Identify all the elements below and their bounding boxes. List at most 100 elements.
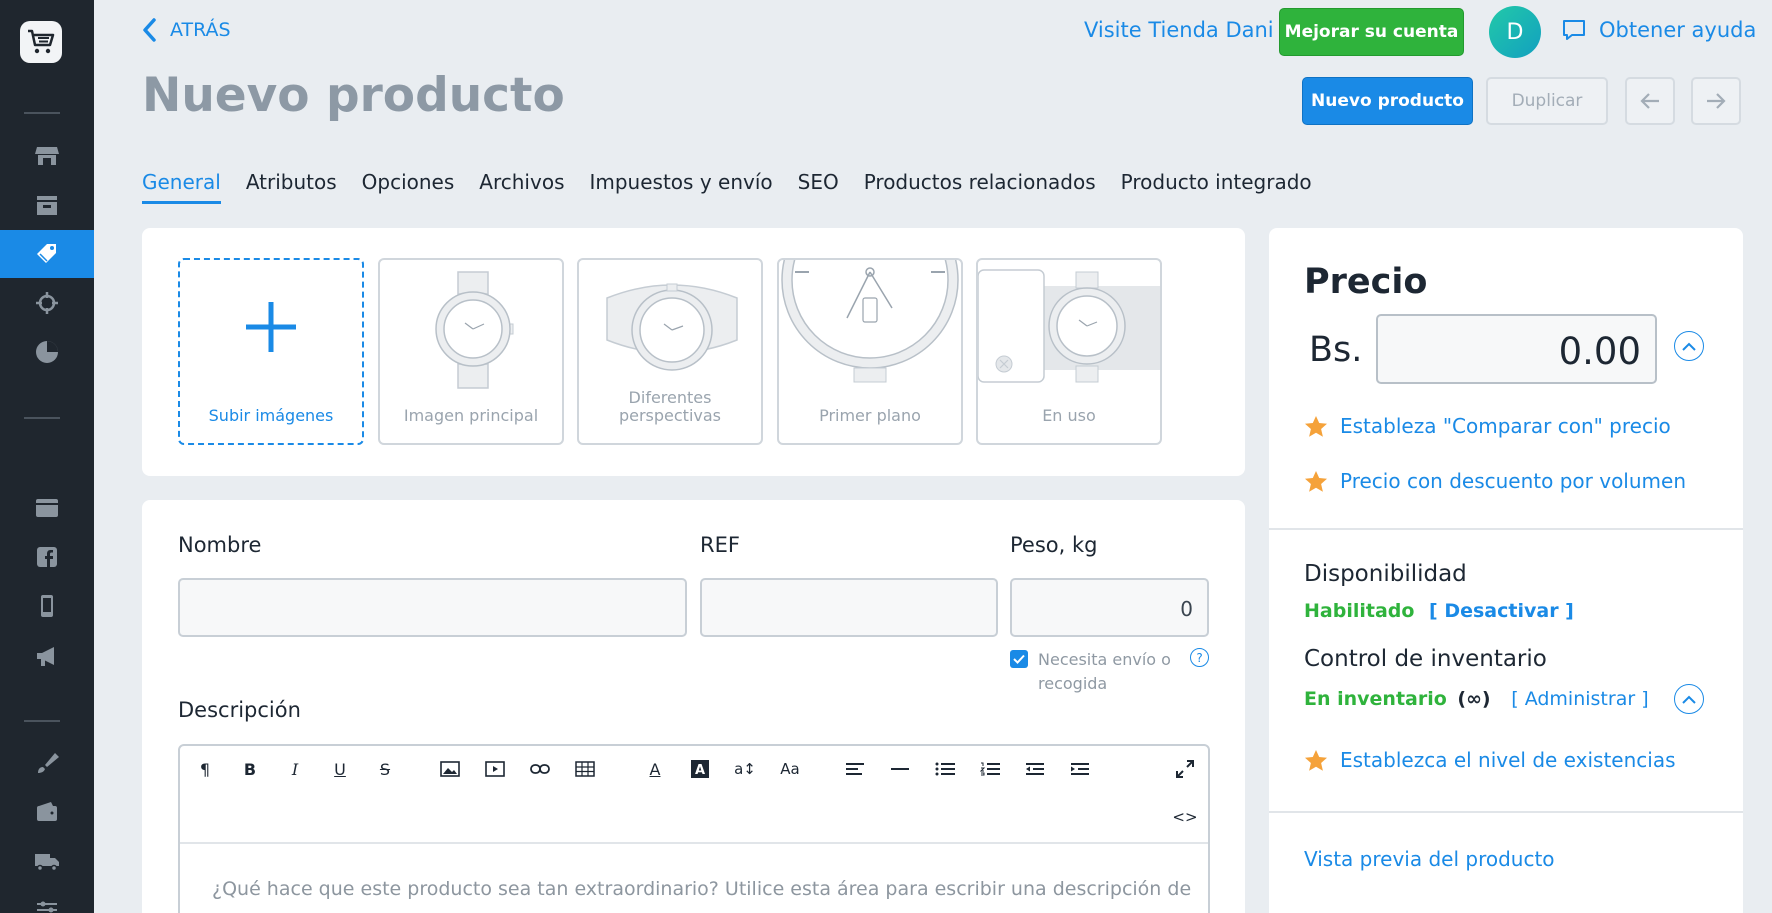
availability-status-label: Habilitado xyxy=(1304,600,1415,622)
price-input[interactable]: 0.00 xyxy=(1376,314,1657,384)
product-tabs: General Atributos Opciones Archivos Impu… xyxy=(142,170,1312,204)
facebook-icon[interactable] xyxy=(0,533,94,581)
collapse-inventory-button[interactable] xyxy=(1674,684,1704,714)
table-icon[interactable] xyxy=(570,754,600,784)
inventory-title: Control de inventario xyxy=(1304,646,1547,672)
bulk-discount-link[interactable]: Precio con descuento por volumen xyxy=(1304,469,1686,493)
star-icon xyxy=(1305,470,1327,492)
strikethrough-icon[interactable]: S xyxy=(370,754,400,784)
deactivate-link[interactable]: [ Desactivar ] xyxy=(1429,600,1574,622)
collapse-price-button[interactable] xyxy=(1674,331,1704,361)
align-icon[interactable] xyxy=(840,754,870,784)
bold-icon[interactable]: B xyxy=(235,754,265,784)
link-icon[interactable] xyxy=(525,754,555,784)
back-link[interactable]: ATRÁS xyxy=(142,18,231,42)
italic-icon[interactable]: I xyxy=(280,754,310,784)
weight-input[interactable]: 0 xyxy=(1010,578,1209,637)
tab-embedded-product[interactable]: Producto integrado xyxy=(1121,170,1312,204)
next-product-button[interactable] xyxy=(1691,77,1741,125)
currency-label: Bs. xyxy=(1309,330,1363,370)
editor-toolbar: ¶ B I U S A A a↕ Aa <> xyxy=(180,746,1208,844)
font-size-icon[interactable]: a↕ xyxy=(730,754,760,784)
compare-price-link[interactable]: Estableza "Comparar con" precio xyxy=(1304,414,1671,438)
tab-related-products[interactable]: Productos relacionados xyxy=(864,170,1096,204)
svg-text:A: A xyxy=(695,763,705,778)
upgrade-account-button[interactable]: Mejorar su cuenta xyxy=(1279,8,1464,56)
tab-options[interactable]: Opciones xyxy=(362,170,455,204)
code-view-icon[interactable]: <> xyxy=(1170,802,1200,832)
mobile-icon[interactable] xyxy=(0,582,94,630)
megaphone-icon[interactable] xyxy=(0,632,94,680)
text-color-icon[interactable]: A xyxy=(640,754,670,784)
tab-attributes[interactable]: Atributos xyxy=(246,170,337,204)
general-form-card: Nombre REF Peso, kg 0 Necesita envío o r… xyxy=(142,500,1245,913)
orders-icon[interactable] xyxy=(0,181,94,229)
tab-files[interactable]: Archivos xyxy=(479,170,564,204)
wallet-icon[interactable] xyxy=(0,788,94,836)
outdent-icon[interactable] xyxy=(1020,754,1050,784)
reports-pie-icon[interactable] xyxy=(0,328,94,376)
main-image-label: Imagen principal xyxy=(403,406,539,425)
sidebar-divider xyxy=(24,720,60,722)
fullscreen-icon[interactable] xyxy=(1170,754,1200,784)
font-family-icon[interactable]: Aa xyxy=(775,754,805,784)
tab-general[interactable]: General xyxy=(142,170,221,204)
visit-store-link[interactable]: Visite Tienda Dani xyxy=(1084,18,1274,42)
sidebar-divider xyxy=(24,112,60,114)
name-label: Nombre xyxy=(178,533,262,557)
section-divider xyxy=(1269,811,1743,813)
price-availability-card: Precio Bs. 0.00 Estableza "Comparar con"… xyxy=(1269,228,1743,913)
watch-on-wrist-icon xyxy=(978,269,1160,383)
horizontal-rule-icon[interactable] xyxy=(885,754,915,784)
design-brush-icon[interactable] xyxy=(0,739,94,787)
stock-level-link[interactable]: Establezca el nivel de existencias xyxy=(1304,748,1676,772)
inventory-infinite: (∞) xyxy=(1457,688,1491,710)
tab-tax-shipping[interactable]: Impuestos y envío xyxy=(589,170,772,204)
storefront-icon[interactable] xyxy=(0,131,94,179)
website-icon[interactable] xyxy=(0,484,94,532)
help-label: Obtener ayuda xyxy=(1599,18,1757,42)
bullet-list-icon[interactable] xyxy=(930,754,960,784)
stock-level-label: Establezca el nivel de existencias xyxy=(1340,748,1676,772)
previous-product-button[interactable] xyxy=(1625,77,1675,125)
tab-seo[interactable]: SEO xyxy=(798,170,839,204)
name-input[interactable] xyxy=(178,578,687,637)
products-tag-icon[interactable] xyxy=(0,230,94,278)
sidebar-divider xyxy=(24,417,60,419)
product-preview-link[interactable]: Vista previa del producto xyxy=(1304,847,1555,871)
star-icon xyxy=(1305,415,1327,437)
ref-label: REF xyxy=(700,533,740,557)
help-question-icon[interactable]: ? xyxy=(1190,648,1209,667)
upload-images-tile[interactable]: Subir imágenes xyxy=(178,258,364,445)
video-icon[interactable] xyxy=(480,754,510,784)
new-product-button[interactable]: Nuevo producto xyxy=(1302,77,1473,125)
shipping-truck-icon[interactable] xyxy=(0,837,94,885)
target-icon[interactable] xyxy=(0,279,94,327)
image-icon[interactable] xyxy=(435,754,465,784)
store-logo-icon[interactable] xyxy=(20,21,62,63)
underline-icon[interactable]: U xyxy=(325,754,355,784)
settings-sliders-icon[interactable] xyxy=(0,886,94,913)
ref-input[interactable] xyxy=(700,578,998,637)
highlight-color-icon[interactable]: A xyxy=(685,754,715,784)
paragraph-icon[interactable]: ¶ xyxy=(190,754,220,784)
help-link[interactable]: Obtener ayuda xyxy=(1561,18,1756,42)
shipping-checkbox[interactable] xyxy=(1010,650,1028,668)
indent-icon[interactable] xyxy=(1065,754,1095,784)
in-use-placeholder[interactable]: En uso xyxy=(976,258,1162,445)
arrow-left-icon xyxy=(1640,93,1659,109)
duplicate-button[interactable]: Duplicar xyxy=(1486,77,1608,125)
numbered-list-icon[interactable] xyxy=(975,754,1005,784)
inventory-status-label: En inventario xyxy=(1304,688,1447,710)
perspectives-placeholder[interactable]: Diferentes perspectivas xyxy=(577,258,763,445)
perspectives-label: Diferentes perspectivas xyxy=(618,388,722,425)
price-title: Precio xyxy=(1304,262,1428,302)
description-editor[interactable]: ¶ B I U S A A a↕ Aa <> ¿Qué hace que est… xyxy=(178,744,1210,913)
main-image-placeholder[interactable]: Imagen principal xyxy=(378,258,564,445)
manage-inventory-link[interactable]: [ Administrar ] xyxy=(1511,688,1648,710)
closeup-placeholder[interactable]: Primer plano xyxy=(777,258,963,445)
checkmark-icon xyxy=(1013,654,1025,664)
shipping-option[interactable]: Necesita envío o recogida xyxy=(1010,648,1188,696)
upload-images-label: Subir imágenes xyxy=(208,406,334,425)
avatar[interactable]: D xyxy=(1489,6,1541,58)
